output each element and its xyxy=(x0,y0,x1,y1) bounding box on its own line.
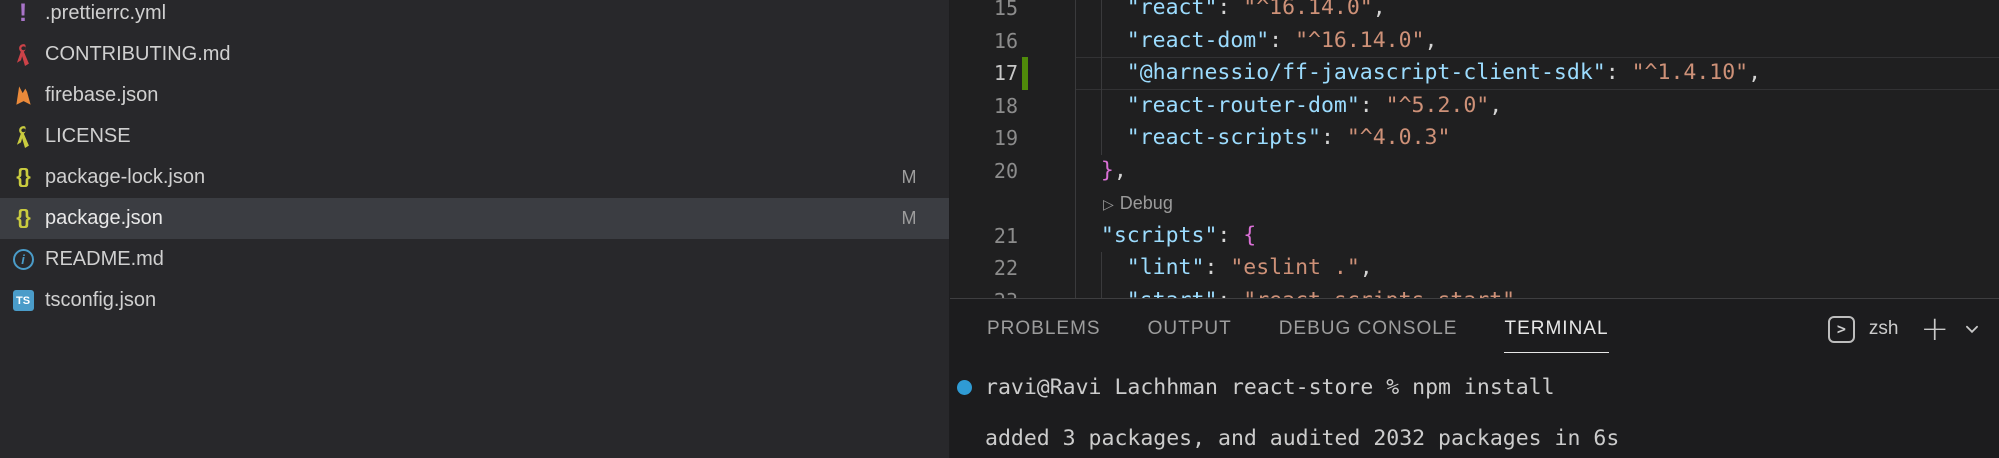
git-status-badge: M xyxy=(899,208,919,229)
code-text: "scripts": { xyxy=(1075,220,1256,253)
codelens-label: Debug xyxy=(1120,193,1173,213)
ribbon-yellow-icon xyxy=(8,122,38,152)
play-outline-icon: ▷ xyxy=(1103,196,1114,212)
code-text: "@harnessio/ff-javascript-client-sdk": "… xyxy=(1075,57,1761,90)
terminal-line: added 3 packages, and audited 2032 packa… xyxy=(985,426,1999,452)
panel-tab-debug-console[interactable]: DEBUG CONSOLE xyxy=(1279,318,1458,340)
panel-tab-bar: PROBLEMS OUTPUT DEBUG CONSOLE TERMINAL > zs… xyxy=(950,299,1999,359)
editor[interactable]: 15 "react": "^16.14.0",16 "react-dom": "… xyxy=(950,0,1999,298)
code-line-23[interactable]: 23 "start": "react-scripts start" xyxy=(950,285,1999,299)
gutter-added-marker xyxy=(1022,57,1028,90)
vscode-window: ! .prettierrc.yml CONTRIBUTING.md firebas… xyxy=(0,0,1999,458)
code-line-15[interactable]: 15 "react": "^16.14.0", xyxy=(950,0,1999,25)
terminal-line: ravi@Ravi Lachhman react-store % npm ins… xyxy=(985,375,1999,401)
terminal-line xyxy=(985,401,1999,427)
code-text: "react": "^16.14.0", xyxy=(1075,0,1386,25)
code-text: }, xyxy=(1075,155,1127,188)
code-line-16[interactable]: 16 "react-dom": "^16.14.0", xyxy=(950,25,1999,58)
info-icon: i xyxy=(8,245,38,275)
ts-icon: TS xyxy=(8,286,38,316)
code-text: "react-dom": "^16.14.0", xyxy=(1075,25,1437,58)
terminal-profile-icon[interactable]: > xyxy=(1828,316,1855,343)
file-row-firebase.json[interactable]: firebase.json xyxy=(0,75,949,116)
git-status-badge: M xyxy=(899,167,919,188)
code-line-21[interactable]: 21 "scripts": { xyxy=(950,220,1999,253)
indent-guide xyxy=(1075,187,1076,220)
file-row-package.json[interactable]: {} package.jsonM xyxy=(0,198,949,239)
terminal-output[interactable]: ravi@Ravi Lachhman react-store % npm ins… xyxy=(950,375,1999,452)
file-name: tsconfig.json xyxy=(45,289,899,312)
braces-icon: {} xyxy=(8,204,38,234)
line-number: 18 xyxy=(950,90,1018,123)
code-text: "react-scripts": "^4.0.3" xyxy=(1075,122,1450,155)
file-row-CONTRIBUTING.md[interactable]: CONTRIBUTING.md xyxy=(0,34,949,75)
code-line-17[interactable]: 17 "@harnessio/ff-javascript-client-sdk"… xyxy=(950,57,1999,90)
panel-tab-output[interactable]: OUTPUT xyxy=(1148,318,1232,340)
file-row-.prettierrc.yml[interactable]: ! .prettierrc.yml xyxy=(0,0,949,34)
code-rows: 15 "react": "^16.14.0",16 "react-dom": "… xyxy=(950,0,1999,298)
file-name: LICENSE xyxy=(45,125,899,148)
code-text: "lint": "eslint .", xyxy=(1075,252,1373,285)
braces-icon: {} xyxy=(8,163,38,193)
prettier-icon: ! xyxy=(8,0,38,29)
file-list[interactable]: ! .prettierrc.yml CONTRIBUTING.md firebas… xyxy=(0,0,949,321)
shell-label[interactable]: zsh xyxy=(1869,318,1899,340)
file-row-LICENSE[interactable]: LICENSE xyxy=(0,116,949,157)
line-number: 17 xyxy=(950,57,1018,90)
code-text: "start": "react-scripts start" xyxy=(1075,285,1515,299)
line-number: 21 xyxy=(950,220,1018,253)
line-number: 19 xyxy=(950,122,1018,155)
line-number: 15 xyxy=(950,0,1018,25)
file-name: package-lock.json xyxy=(45,166,899,189)
code-line-19[interactable]: 19 "react-scripts": "^4.0.3" xyxy=(950,122,1999,155)
new-terminal-button[interactable]: + xyxy=(1921,319,1950,339)
codelens-debug-link[interactable]: ▷ Debug xyxy=(1103,187,1173,221)
flame-icon xyxy=(8,81,38,111)
file-row-tsconfig.json[interactable]: TS tsconfig.json xyxy=(0,280,949,321)
file-name: CONTRIBUTING.md xyxy=(45,43,899,66)
code-line-22[interactable]: 22 "lint": "eslint .", xyxy=(950,252,1999,285)
code-text: "react-router-dom": "^5.2.0", xyxy=(1075,90,1502,123)
explorer-sidebar: ! .prettierrc.yml CONTRIBUTING.md firebas… xyxy=(0,0,950,458)
terminal-panel: PROBLEMS OUTPUT DEBUG CONSOLE TERMINAL > zs… xyxy=(950,298,1999,458)
code-line-18[interactable]: 18 "react-router-dom": "^5.2.0", xyxy=(950,90,1999,123)
file-row-package-lock.json[interactable]: {} package-lock.jsonM xyxy=(0,157,949,198)
file-name: firebase.json xyxy=(45,84,899,107)
codelens-row[interactable]: ▷ Debug xyxy=(950,187,1999,220)
file-name: .prettierrc.yml xyxy=(45,2,899,25)
file-name: README.md xyxy=(45,248,899,271)
command-decoration-dot xyxy=(957,380,972,395)
panel-controls: > zsh + xyxy=(1828,316,1999,343)
line-number: 20 xyxy=(950,155,1018,188)
line-number: 23 xyxy=(950,285,1018,299)
file-name: package.json xyxy=(45,207,899,230)
ribbon-red-icon xyxy=(8,40,38,70)
line-number: 22 xyxy=(950,252,1018,285)
file-row-README.md[interactable]: i README.md xyxy=(0,239,949,280)
code-line-20[interactable]: 20 }, xyxy=(950,155,1999,188)
panel-tab-problems[interactable]: PROBLEMS xyxy=(987,318,1101,340)
line-number: 16 xyxy=(950,25,1018,58)
panel-tab-terminal[interactable]: TERMINAL xyxy=(1504,318,1608,340)
terminal-dropdown-chevron-icon[interactable] xyxy=(1963,320,1981,338)
